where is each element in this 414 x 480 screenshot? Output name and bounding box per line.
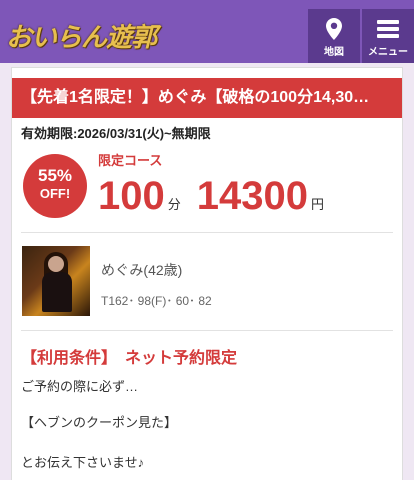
coupon-validity: 有効期限:2026/03/31(火)~無期限 [21, 126, 211, 141]
map-button-label: 地図 [324, 47, 344, 58]
site-header: おいらん遊郭 地図 メニュー [0, 0, 414, 63]
price-row: 100 分 14300 円 [98, 172, 340, 220]
girl-name[interactable]: めぐみ(42歳) [101, 260, 182, 280]
condition-line: とお伝え下さいませ♪ [21, 455, 145, 470]
map-pin-icon [326, 18, 342, 40]
hamburger-menu-icon [377, 20, 399, 38]
duration-unit: 分 [167, 197, 181, 212]
condition-line: ご予約の際に必ず… [21, 379, 139, 394]
discount-off-label: OFF! [39, 186, 71, 201]
divider [21, 232, 393, 233]
divider [21, 330, 393, 331]
girl-photo[interactable] [22, 246, 90, 316]
condition-line: 【ヘブンのクーポン見た】 [21, 415, 178, 430]
site-logo[interactable]: おいらん遊郭 [6, 17, 157, 54]
course-label: 限定コース [98, 153, 163, 168]
coupon-card: 【先着1名限定！】めぐみ【破格の100分14,30… 有効期限:2026/03/… [11, 67, 403, 480]
price-unit: 円 [311, 197, 325, 212]
discount-percent: 55% [37, 166, 73, 185]
menu-button[interactable]: メニュー [362, 9, 414, 63]
course-duration: 100 [98, 174, 165, 218]
course-price: 14300 [196, 174, 308, 218]
map-button[interactable]: 地図 [308, 9, 360, 63]
girl-spec: T162･ 98(F)･ 60･ 82 [101, 294, 212, 308]
coupon-title[interactable]: 【先着1名限定！】めぐみ【破格の100分14,30… [12, 78, 402, 118]
menu-button-label: メニュー [368, 47, 408, 58]
conditions-title: 【利用条件】 ネット予約限定 [21, 350, 238, 367]
discount-badge: 55% OFF! [23, 154, 87, 218]
